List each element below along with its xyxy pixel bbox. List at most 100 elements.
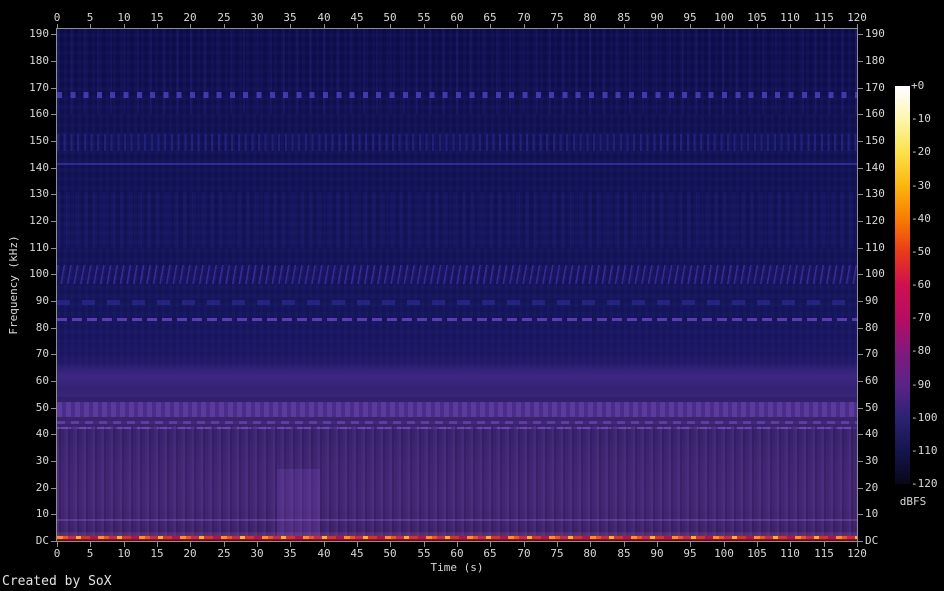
colorbar-scale-label: -80 — [911, 345, 931, 357]
freq-tick-label-left: 100 — [0, 268, 49, 280]
freq-tick-label-left: 190 — [0, 28, 49, 40]
freq-tick-label-left: 30 — [0, 455, 49, 467]
freq-tick-mark-right — [858, 408, 863, 409]
freq-tick-mark-left — [51, 248, 56, 249]
freq-tick-label-left: 120 — [0, 215, 49, 227]
freq-tick-mark-right — [858, 301, 863, 302]
time-tick-label-bottom: 110 — [780, 548, 800, 560]
time-tick-mark-top — [157, 24, 158, 29]
freq-tick-label-right: 30 — [865, 455, 878, 467]
freq-tick-mark-left — [51, 514, 56, 515]
freq-tick-mark-left — [51, 328, 56, 329]
time-tick-label-top: 5 — [87, 12, 94, 24]
freq-tick-mark-left — [51, 88, 56, 89]
freq-tick-label-right: DC — [865, 535, 878, 547]
time-tick-mark-top — [357, 24, 358, 29]
freq-tick-mark-left — [51, 434, 56, 435]
time-tick-label-bottom: 95 — [683, 548, 696, 560]
spectrogram-plot-area — [57, 29, 857, 541]
time-tick-label-top: 120 — [847, 12, 867, 24]
faint-line-8khz — [57, 519, 857, 521]
created-by-sox-credit: Created by SoX — [2, 574, 112, 589]
time-tick-label-top: 55 — [417, 12, 430, 24]
striation-columns-upper — [57, 29, 857, 114]
freq-tick-mark-left — [51, 194, 56, 195]
freq-tick-label-right: 80 — [865, 322, 878, 334]
freq-tick-label-left: 110 — [0, 242, 49, 254]
time-tick-mark-top — [190, 24, 191, 29]
freq-tick-label-right: 160 — [865, 108, 885, 120]
time-tick-label-bottom: 0 — [54, 548, 61, 560]
freq-tick-mark-right — [858, 354, 863, 355]
time-tick-label-bottom: 85 — [617, 548, 630, 560]
time-tick-label-bottom: 40 — [317, 548, 330, 560]
colorbar-scale-label: -30 — [911, 180, 931, 192]
time-tick-mark-top — [424, 24, 425, 29]
time-tick-mark-top — [257, 24, 258, 29]
time-tick-label-top: 30 — [250, 12, 263, 24]
colorbar-scale-label: -70 — [911, 312, 931, 324]
freq-tick-label-left: 10 — [0, 508, 49, 520]
time-tick-label-bottom: 60 — [450, 548, 463, 560]
freq-tick-label-right: 120 — [865, 215, 885, 227]
time-tick-mark-top — [90, 24, 91, 29]
time-tick-mark-top — [224, 24, 225, 29]
colorbar-scale-label: -50 — [911, 246, 931, 258]
time-tick-mark-top — [790, 24, 791, 29]
time-tick-label-bottom: 55 — [417, 548, 430, 560]
time-tick-label-top: 80 — [583, 12, 596, 24]
freq-tick-mark-left — [51, 301, 56, 302]
time-axis-title: Time (s) — [57, 562, 857, 574]
freq-tick-mark-right — [858, 434, 863, 435]
freq-tick-label-right: 50 — [865, 402, 878, 414]
freq-tick-label-left: 90 — [0, 295, 49, 307]
dc-base-row — [57, 539, 857, 541]
time-tick-mark-top — [690, 24, 691, 29]
freq-tick-mark-left — [51, 168, 56, 169]
time-tick-label-bottom: 5 — [87, 548, 94, 560]
freq-tick-label-left: 60 — [0, 375, 49, 387]
freq-tick-mark-right — [858, 328, 863, 329]
time-tick-label-top: 60 — [450, 12, 463, 24]
time-tick-mark-top — [557, 24, 558, 29]
freq-tick-label-left: 170 — [0, 82, 49, 94]
freq-tick-label-right: 70 — [865, 348, 878, 360]
zigzag-band-100khz — [57, 265, 857, 284]
colorbar-gradient — [895, 86, 910, 484]
freq-tick-mark-right — [858, 88, 863, 89]
freq-tick-mark-right — [858, 248, 863, 249]
freq-tick-label-right: 90 — [865, 295, 878, 307]
freq-tick-mark-right — [858, 488, 863, 489]
freq-tick-mark-right — [858, 114, 863, 115]
time-tick-label-top: 45 — [350, 12, 363, 24]
time-tick-label-bottom: 30 — [250, 548, 263, 560]
mottle-band-120khz — [57, 192, 857, 248]
time-tick-label-bottom: 10 — [117, 548, 130, 560]
time-tick-label-bottom: 80 — [583, 548, 596, 560]
freq-tick-mark-left — [51, 488, 56, 489]
time-tick-label-top: 85 — [617, 12, 630, 24]
time-tick-label-bottom: 35 — [283, 548, 296, 560]
time-tick-mark-top — [524, 24, 525, 29]
freq-tick-label-right: 110 — [865, 242, 885, 254]
freq-tick-label-left: DC — [0, 535, 49, 547]
time-tick-mark-top — [390, 24, 391, 29]
time-tick-label-bottom: 105 — [747, 548, 767, 560]
event-patch-34s — [277, 469, 320, 538]
time-tick-label-top: 0 — [54, 12, 61, 24]
time-tick-label-top: 50 — [383, 12, 396, 24]
time-tick-mark-top — [457, 24, 458, 29]
freq-tick-mark-right — [858, 541, 863, 542]
freq-tick-mark-left — [51, 274, 56, 275]
time-tick-label-top: 110 — [780, 12, 800, 24]
time-tick-mark-top — [324, 24, 325, 29]
colorbar-title: dBFS — [893, 496, 933, 508]
colorbar-scale-label: -20 — [911, 146, 931, 158]
freq-tick-label-left: 180 — [0, 55, 49, 67]
freq-tick-mark-right — [858, 274, 863, 275]
freq-tick-mark-right — [858, 61, 863, 62]
time-tick-mark-top — [590, 24, 591, 29]
freq-tick-mark-right — [858, 461, 863, 462]
freq-tick-label-left: 50 — [0, 402, 49, 414]
time-tick-label-bottom: 120 — [847, 548, 867, 560]
